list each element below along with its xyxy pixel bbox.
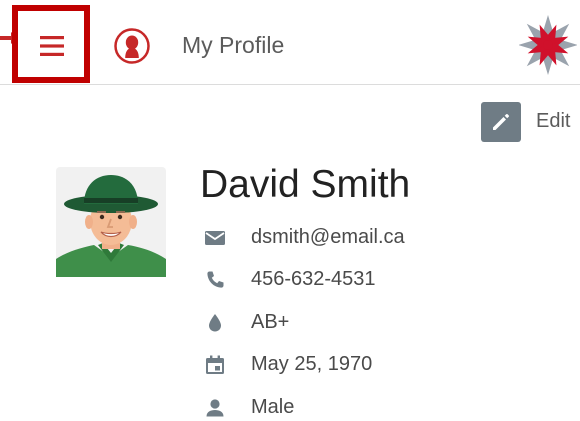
highlight-arrow (0, 32, 18, 44)
gender-row: Male (200, 392, 560, 421)
brand-logo (518, 14, 578, 76)
blood-drop-icon (209, 314, 221, 332)
edit-button[interactable] (481, 102, 521, 142)
mail-icon (205, 231, 225, 245)
birth-date-row: May 25, 1970 (200, 349, 560, 379)
person-icon (206, 399, 224, 417)
edit-label[interactable]: Edit (536, 110, 570, 133)
hamburger-menu-icon[interactable] (32, 26, 72, 66)
profile-screen: My Profile Edit David Smith dsmith@email… (0, 0, 580, 421)
profile-name: David Smith (200, 163, 411, 206)
phone-text[interactable]: 456-632-4531 (251, 266, 376, 292)
email-row: dsmith@email.ca (200, 222, 560, 252)
app-header: My Profile (0, 0, 580, 85)
blood-type-row: AB+ (200, 307, 560, 337)
calendar-icon (206, 355, 224, 374)
user-silhouette-icon[interactable] (113, 27, 151, 65)
page-title: My Profile (182, 32, 285, 58)
gender-text: Male (251, 396, 295, 418)
pencil-icon (493, 114, 509, 130)
blood-type-text: AB+ (251, 311, 290, 333)
birth-date-text: May 25, 1970 (251, 353, 373, 375)
avatar (56, 167, 166, 277)
email-text[interactable]: dsmith@email.ca (251, 224, 405, 250)
phone-icon (207, 271, 224, 288)
phone-row: 456-632-4531 (200, 264, 560, 294)
